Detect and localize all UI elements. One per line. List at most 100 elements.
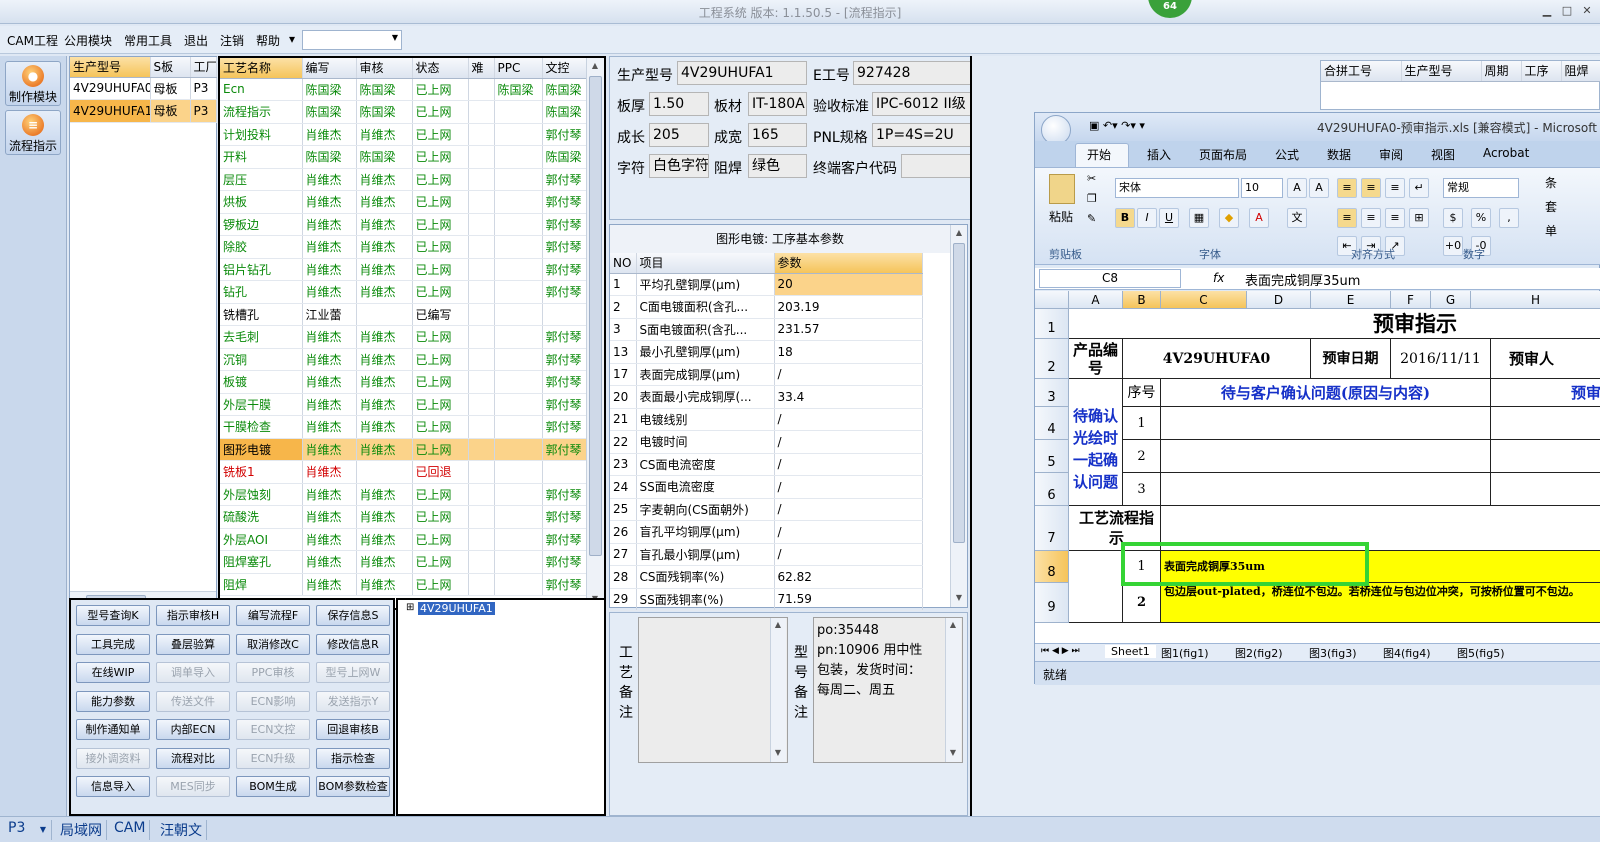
align-top-icon[interactable]: ≡ <box>1337 178 1357 198</box>
scroll-up-icon[interactable]: ▲ <box>952 228 966 237</box>
col-header[interactable]: 生产型号 <box>1401 61 1482 82</box>
tab-formula[interactable]: 公式 <box>1275 146 1299 163</box>
table-row[interactable]: 22 电镀时间 / <box>610 430 923 454</box>
action-button[interactable]: 指示审核H <box>156 605 230 626</box>
action-button[interactable]: 接外调资料 <box>76 747 150 769</box>
process-vscroll[interactable]: ▲ ▼ <box>586 58 604 608</box>
maximize-icon[interactable]: □ <box>1558 3 1576 19</box>
col-header[interactable]: 工艺名称 <box>220 58 303 79</box>
action-button[interactable]: 回退审核B <box>316 719 390 740</box>
col-header[interactable]: 文控 <box>542 58 587 79</box>
scroll-down-icon[interactable]: ▼ <box>952 593 966 602</box>
nav-make-module[interactable]: ● 制作模块 <box>5 61 61 106</box>
increase-decimal-icon[interactable]: +0 <box>1443 236 1463 256</box>
cell-question[interactable]: 待与客户确认问题(原因与内容) <box>1161 379 1491 407</box>
col-header[interactable]: 生产型号 <box>70 57 151 78</box>
col-header[interactable]: S板 <box>150 57 191 78</box>
table-row[interactable]: 17 表面完成铜厚(μm) / <box>610 363 923 386</box>
table-row[interactable]: 13 最小孔壁铜厚(μm) 18 <box>610 340 923 364</box>
table-row[interactable]: 4V29UHUFA0 母板 P3 <box>70 77 217 100</box>
action-button[interactable]: 信息导入 <box>76 776 150 797</box>
action-button[interactable]: MES同步 <box>156 776 230 797</box>
col-header[interactable]: NO <box>610 253 637 274</box>
table-row[interactable]: 干膜检查 肖维杰 肖维杰 已上网 郭付琴 <box>220 415 587 439</box>
memo-vscroll[interactable]: ▲ ▼ <box>770 618 786 762</box>
table-row[interactable]: 沉铜 肖维杰 肖维杰 已上网 郭付琴 <box>220 348 587 371</box>
cell-n3[interactable]: 3 <box>1123 473 1161 506</box>
row-header[interactable]: 1 <box>1035 309 1069 339</box>
action-button[interactable]: 取消修改C <box>236 633 310 655</box>
menu-tools[interactable]: 常用工具 <box>124 32 172 49</box>
tab-data[interactable]: 数据 <box>1327 146 1351 163</box>
col-header[interactable]: 编写 <box>302 58 357 79</box>
table-row[interactable]: 25 字麦朝向(CS面朝外) / <box>610 498 923 521</box>
tab-insert[interactable]: 插入 <box>1147 146 1171 163</box>
tree-node[interactable]: 4V29UHUFA1 <box>418 602 495 615</box>
name-box[interactable]: C8 <box>1039 269 1181 288</box>
col-header[interactable]: 项目 <box>636 253 775 274</box>
action-button[interactable]: 型号上网W <box>316 662 390 683</box>
col-c[interactable]: C <box>1161 291 1247 309</box>
italic-button[interactable]: I <box>1137 208 1157 228</box>
table-row[interactable]: 外层AOI 肖维杰 肖维杰 已上网 郭付琴 <box>220 528 587 551</box>
cell-date-label[interactable]: 预审日期 <box>1311 339 1391 379</box>
align-left-icon[interactable]: ≡ <box>1337 208 1357 228</box>
scroll-up-icon[interactable]: ▲ <box>771 620 785 629</box>
menu-dropdown-icon[interactable]: ▾ <box>289 32 295 46</box>
fill-color-icon[interactable]: ◆ <box>1219 208 1239 228</box>
font-select[interactable]: 宋体 <box>1115 178 1239 198</box>
menu-exit[interactable]: 退出 <box>184 32 208 49</box>
table-row[interactable]: 层压 肖维杰 肖维杰 已上网 郭付琴 <box>220 168 587 191</box>
row-header[interactable]: 9 <box>1035 583 1069 623</box>
merge-center-icon[interactable]: ⊞ <box>1409 208 1429 228</box>
scroll-up-icon[interactable]: ▲ <box>946 620 960 629</box>
close-icon[interactable]: ✕ <box>1578 3 1596 19</box>
soldermask-field[interactable]: 绿色 <box>748 154 807 178</box>
underline-button[interactable]: U <box>1159 208 1179 228</box>
col-header[interactable]: 合拼工号 <box>1321 61 1402 82</box>
corner-cell[interactable] <box>1035 291 1069 309</box>
col-header[interactable]: 工序 <box>1521 61 1562 82</box>
table-row[interactable]: 图形电镀 肖维杰 肖维杰 已上网 郭付琴 <box>220 438 587 461</box>
formula-input[interactable]: 表面完成铜厚35um <box>1245 270 1360 289</box>
memo-vscroll[interactable]: ▲ ▼ <box>945 618 961 762</box>
cell-pre[interactable]: 预审 <box>1491 379 1600 407</box>
model-memo[interactable]: po:35448 pn:10906 用中性 包装，发货时间： 每周二、周五 <box>813 617 963 763</box>
col-header[interactable]: 周期 <box>1481 61 1522 82</box>
sheet-tab[interactable]: 图5(fig5) <box>1457 645 1505 661</box>
align-bottom-icon[interactable]: ≡ <box>1385 178 1405 198</box>
cell-reviewer[interactable]: 预审人 <box>1491 339 1600 379</box>
wrap-text-icon[interactable]: ↵ <box>1409 178 1429 198</box>
action-button[interactable]: 修改信息R <box>316 633 390 655</box>
border-icon[interactable]: ▦ <box>1189 208 1209 228</box>
table-row[interactable]: 铣板1 肖维杰 已回退 <box>220 460 587 484</box>
table-row-selected[interactable]: 4V29UHUFA1 母板 P3 <box>70 99 217 123</box>
align-right-icon[interactable]: ≡ <box>1385 208 1405 228</box>
cut-icon[interactable]: ✂ <box>1087 172 1096 185</box>
action-button[interactable]: BOM生成 <box>236 776 310 797</box>
action-button[interactable]: 发送指示Y <box>316 690 390 712</box>
action-button[interactable]: 调单导入 <box>156 662 230 683</box>
nav-flow-guide[interactable]: ≡ 流程指示 <box>5 110 61 155</box>
size-select[interactable]: 10 <box>1241 178 1283 198</box>
thickness-field[interactable]: 1.50 <box>649 92 709 116</box>
table-row[interactable]: 21 电镀线别 / <box>610 408 923 431</box>
action-button[interactable]: BOM参数检查 <box>316 776 390 797</box>
cell-n1[interactable]: 1 <box>1123 407 1161 440</box>
plant-select[interactable]: P3 ▼ <box>4 820 52 840</box>
sheet-nav-icons[interactable]: ⏮ ◀ ▶ ⏭ <box>1041 646 1080 656</box>
col-header[interactable]: 审核 <box>356 58 413 79</box>
material-field[interactable]: IT-180A <box>748 92 807 116</box>
table-row[interactable]: 流程指示 陈国梁 陈国梁 已上网 陈国梁 <box>220 100 587 124</box>
col-e[interactable]: E <box>1311 291 1391 309</box>
scroll-up-icon[interactable]: ▲ <box>588 61 602 70</box>
row-header[interactable]: 3 <box>1035 379 1069 407</box>
col-header[interactable]: PPC <box>494 58 543 79</box>
currency-icon[interactable]: $ <box>1443 208 1463 228</box>
menu-combo[interactable]: ▼ <box>302 30 402 50</box>
bold-button[interactable]: B <box>1115 208 1135 228</box>
sheet-tab[interactable]: 图3(fig3) <box>1309 645 1357 661</box>
scroll-down-icon[interactable]: ▼ <box>946 748 960 757</box>
cell-n2[interactable]: 2 <box>1123 440 1161 473</box>
percent-icon[interactable]: % <box>1471 208 1491 228</box>
